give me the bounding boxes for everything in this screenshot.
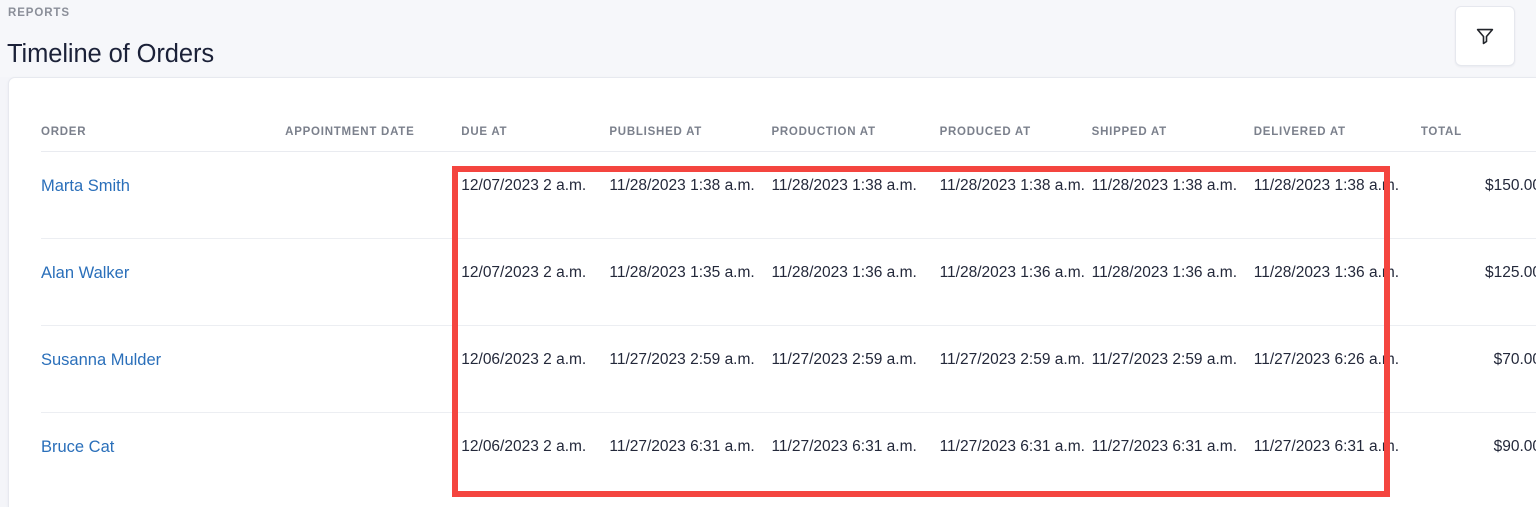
cell-total: $90.00 [1493,438,1536,455]
column-header-due-at[interactable]: DUE AT [461,78,610,152]
column-header-published-at[interactable]: PUBLISHED AT [609,78,772,152]
order-link[interactable]: Alan Walker [41,264,129,282]
cell-produced-at: 11/27/2023 6:31 a.m. [939,438,1085,455]
cell-total: $150.00 [1420,151,1536,239]
page-title: Timeline of Orders [7,40,214,69]
cell-production-at: 11/27/2023 6:31 a.m. [771,438,917,455]
table-header-row: ORDER APPOINTMENT DATE DUE AT PUBLISHED … [41,78,1536,152]
cell-produced-at: 11/28/2023 1:38 a.m. [939,151,1092,239]
column-header-shipped-at[interactable]: SHIPPED AT [1091,78,1254,152]
cell-order: Marta Smith [41,151,286,239]
column-header-produced-at[interactable]: PRODUCED AT [939,78,1092,152]
column-header-order[interactable]: ORDER [41,78,286,152]
cell-delivered-at: 11/27/2023 6:26 a.m. [1253,325,1421,413]
cell-order: Bruce Cat [41,413,285,500]
cell-total: $125.00 [1420,238,1536,326]
cell-production-at: 11/28/2023 1:36 a.m. [771,238,940,326]
cell-shipped-at: 11/27/2023 2:59 a.m. [1091,325,1254,413]
cell-shipped-at: 11/27/2023 6:31 a.m. [1091,438,1238,455]
column-header-appointment-date[interactable]: APPOINTMENT DATE [285,78,462,152]
cell-delivered-at: 11/28/2023 1:38 a.m. [1253,151,1421,239]
cell-published-at: 11/27/2023 2:59 a.m. [609,325,772,413]
table-row: Marta Smith 12/07/2023 2 a.m. 11/28/2023… [41,151,1536,239]
cell-due-at: 12/07/2023 2 a.m. [461,238,610,326]
cell-production-at: 11/28/2023 1:38 a.m. [771,151,940,239]
cell-published-at: 11/28/2023 1:35 a.m. [609,238,772,326]
order-link[interactable]: Marta Smith [41,177,130,195]
cell-shipped-at: 11/28/2023 1:38 a.m. [1091,151,1254,239]
cell-appointment-date [285,413,461,500]
cell-appointment-date [285,238,462,326]
cell-order: Susanna Mulder [41,325,286,413]
table-row: Bruce Cat 12/06/2023 2 a.m. 11/27/2023 6… [41,413,1536,500]
breadcrumb-reports: REPORTS [8,7,70,19]
cell-due-at: 12/06/2023 2 a.m. [461,325,610,413]
column-header-delivered-at[interactable]: DELIVERED AT [1253,78,1421,152]
cell-due-at: 12/06/2023 2 a.m. [461,438,587,455]
cell-produced-at: 11/27/2023 2:59 a.m. [939,325,1092,413]
cell-delivered-at: 11/27/2023 6:31 a.m. [1253,438,1400,455]
cell-appointment-date [285,151,462,239]
table-row: Susanna Mulder 12/06/2023 2 a.m. 11/27/2… [41,325,1536,413]
column-header-production-at[interactable]: PRODUCTION AT [771,78,940,152]
filter-button[interactable] [1455,6,1515,66]
cell-production-at: 11/27/2023 2:59 a.m. [771,325,940,413]
table-row: Alan Walker 12/07/2023 2 a.m. 11/28/2023… [41,238,1536,326]
orders-table: ORDER APPOINTMENT DATE DUE AT PUBLISHED … [41,78,1536,500]
page-header: REPORTS Timeline of Orders [0,0,1536,77]
cell-total: $70.00 [1420,325,1536,413]
cell-published-at: 11/27/2023 6:31 a.m. [609,438,755,455]
cell-produced-at: 11/28/2023 1:36 a.m. [939,238,1092,326]
column-header-total[interactable]: TOTAL [1420,78,1536,152]
cell-delivered-at: 11/28/2023 1:36 a.m. [1253,238,1421,326]
cell-order: Alan Walker [41,238,286,326]
cell-published-at: 11/28/2023 1:38 a.m. [609,151,772,239]
funnel-filter-icon [1475,26,1495,46]
cell-due-at: 12/07/2023 2 a.m. [461,151,610,239]
order-link[interactable]: Susanna Mulder [41,351,161,369]
orders-table-card: ORDER APPOINTMENT DATE DUE AT PUBLISHED … [8,77,1536,507]
cell-appointment-date [285,325,462,413]
order-link[interactable]: Bruce Cat [41,438,114,456]
cell-shipped-at: 11/28/2023 1:36 a.m. [1091,238,1254,326]
